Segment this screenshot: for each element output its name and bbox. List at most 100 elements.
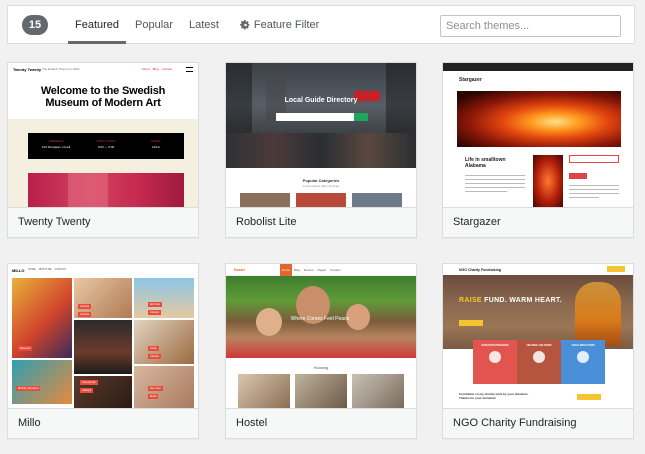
screenshot-section-heading: Housing [313, 365, 329, 370]
screenshot-site-desc: The Default Theme for 2020 [42, 67, 80, 71]
screenshot-menu: Home Blog Rooms Pages Contact [282, 268, 340, 272]
screenshot-category-image [240, 193, 290, 207]
screenshot-search-button [354, 113, 368, 121]
theme-filter-bar: 15 Featured Popular Latest Feature Filte… [7, 5, 635, 44]
screenshot-cta-button [459, 320, 483, 326]
theme-name: Twenty Twenty [8, 207, 198, 237]
screenshot-tag: Lifestyle [78, 312, 92, 317]
screenshot-header: Twenty Twenty The Default Theme for 2020… [8, 63, 198, 77]
screenshot-site-title: Stargazer [459, 77, 482, 83]
menu-icon [186, 67, 193, 72]
screenshot-category-image [296, 193, 346, 207]
theme-screenshot: NGO Charity Fundraising RAISE FUND. WARM… [443, 264, 633, 408]
theme-tabs: Featured Popular Latest [68, 6, 228, 44]
screenshot-hero-figure [575, 282, 621, 346]
screenshot-tag: Birthday Weekend [16, 386, 41, 391]
screenshot-menu-item: Pages [317, 268, 327, 272]
screenshot-image-tile [134, 278, 194, 318]
screenshot-post-title: Life in smalltown Alabama [465, 157, 506, 169]
info-label: OPEN TODAY [96, 139, 116, 143]
screenshot-tag: April Sun [148, 302, 163, 307]
tab-latest[interactable]: Latest [182, 6, 226, 43]
screenshot-bottom-text: Contribute on my charity work by your do… [459, 392, 529, 400]
theme-name: Hostel [226, 408, 416, 438]
theme-card-stargazer[interactable]: Stargazer Life in smalltown Alabama Star… [442, 62, 634, 238]
theme-card-millo[interactable]: MILLO HOME ABOUT ME CONTACT Street Art B… [7, 263, 199, 439]
theme-name: NGO Charity Fundraising [443, 408, 633, 438]
screenshot-headline-line: Welcome to the Swedish [40, 85, 166, 97]
screenshot-artwork-detail [68, 173, 108, 207]
screenshot-caption: Where Comes Feel Peace [290, 316, 350, 322]
screenshot-menu-item: Rooms [304, 268, 314, 272]
screenshot-topbar [443, 63, 633, 71]
screenshot-menu: About Blog Contact [142, 67, 172, 71]
screenshot-menu-item: Home [282, 268, 291, 272]
screenshot-tag: Lifestyle [148, 310, 162, 315]
screenshot-menu-item: Contact [330, 268, 341, 272]
feature-filter-label: Feature Filter [253, 18, 320, 31]
screenshot-feature-box: HELPING THE POOR [517, 340, 561, 384]
screenshot-menu: HOME ABOUT ME CONTACT [28, 268, 66, 271]
gear-icon [240, 19, 250, 29]
screenshot-headline-rest: FUND. WARM HEART. [481, 297, 562, 304]
screenshot-menu-item: Contact [161, 67, 172, 71]
screenshot-bottom-button [577, 394, 601, 400]
theme-name: Stargazer [443, 207, 633, 237]
screenshot-image-tile [134, 366, 194, 408]
screenshot-feature-box: DONATION PROGRAM [473, 340, 517, 384]
screenshot-info-col: PRICE 129 kr [134, 139, 178, 149]
screenshot-sidebar-search [569, 155, 619, 163]
screenshot-categories-title: Popular Categories [302, 178, 340, 183]
screenshot-image-tile [74, 320, 132, 374]
screenshot-sidebar-button [569, 173, 587, 179]
screenshot-hero-title: Local Guide Directory [284, 97, 358, 104]
info-value: 123 Storgatan, Umeå [41, 145, 71, 149]
theme-card-ngo-charity-fundraising[interactable]: NGO Charity Fundraising RAISE FUND. WARM… [442, 263, 634, 439]
feature-filter-button[interactable]: Feature Filter [240, 19, 319, 31]
search-themes-input[interactable] [440, 15, 621, 37]
screenshot-room-image [295, 374, 347, 408]
screenshot-site-title: NGO Charity Fundraising [459, 268, 502, 272]
screenshot-box-title: DONATION PROGRAM [481, 344, 509, 347]
theme-card-robolist-lite[interactable]: Local Guide Directory Popular Categories… [225, 62, 417, 238]
screenshot-tag: Bridal [148, 394, 159, 399]
screenshot-sidebar-lines [569, 185, 619, 201]
theme-screenshot: Local Guide Directory Popular Categories… [226, 63, 416, 207]
screenshot-image-tile [134, 320, 194, 364]
screenshot-menu-item: Blog [294, 268, 301, 272]
screenshot-tag: New Year [148, 386, 163, 391]
screenshot-menu-item: ABOUT ME [38, 268, 52, 271]
screenshot-info-col: ADDRESS 123 Storgatan, Umeå [34, 139, 78, 149]
screenshot-info-col: OPEN TODAY 9:00 — 5:00 [84, 139, 128, 149]
screenshot-logo: Hostel [234, 268, 245, 272]
info-value: 129 kr [151, 145, 161, 149]
screenshot-tag: Tranquil Life [80, 380, 98, 385]
screenshot-tag: Lifestyle [80, 388, 94, 393]
screenshot-room-image [238, 374, 290, 408]
screenshot-headline-prefix: RAISE [459, 297, 482, 304]
screenshot-category-image [352, 193, 402, 207]
tab-featured[interactable]: Featured [68, 6, 127, 44]
screenshot-crowd [226, 133, 416, 168]
theme-screenshot: Hostel Home Blog Rooms Pages Contact Whe… [226, 264, 416, 408]
screenshot-search [276, 113, 366, 121]
screenshot-thumbnail [533, 155, 563, 207]
screenshot-menu-item: About [141, 67, 150, 71]
screenshot-feature-box: CHILD EDUCATION [561, 340, 605, 384]
book-icon [577, 351, 589, 363]
screenshot-box-title: HELPING THE POOR [526, 344, 552, 347]
heart-icon [489, 351, 501, 363]
theme-card-hostel[interactable]: Hostel Home Blog Rooms Pages Contact Whe… [225, 263, 417, 439]
theme-card-twenty-twenty[interactable]: Twenty Twenty The Default Theme for 2020… [7, 62, 199, 238]
screenshot-box-title: CHILD EDUCATION [571, 344, 595, 347]
theme-screenshot: Twenty Twenty The Default Theme for 2020… [8, 63, 198, 207]
info-label: PRICE [151, 139, 161, 143]
screenshot-headline: RAISE FUND. WARM HEART. [459, 297, 562, 304]
theme-count-badge: 15 [22, 14, 48, 35]
tab-popular[interactable]: Popular [128, 6, 180, 43]
info-value: 9:00 — 5:00 [97, 145, 115, 149]
hands-icon [533, 351, 545, 363]
screenshot-menu-item: CONTACT [54, 268, 67, 271]
theme-screenshot: MILLO HOME ABOUT ME CONTACT Street Art B… [8, 264, 198, 408]
theme-screenshot: Stargazer Life in smalltown Alabama [443, 63, 633, 207]
